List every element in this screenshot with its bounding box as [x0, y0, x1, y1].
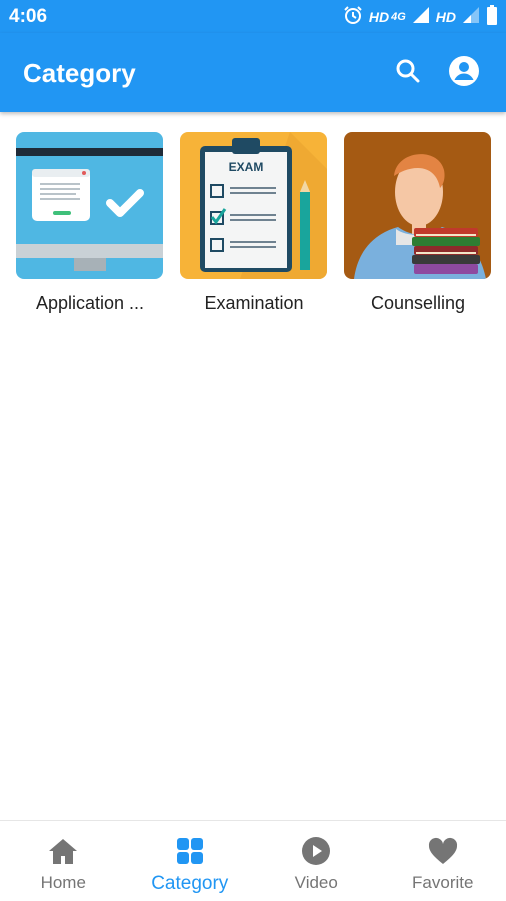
- nav-favorite[interactable]: Favorite: [380, 821, 506, 901]
- home-icon: [47, 835, 79, 867]
- exam-clipboard-illustration: EXAM: [180, 132, 327, 279]
- status-bar: 4:06 HD 4G HD: [0, 0, 506, 33]
- app-bar: Category: [0, 33, 506, 112]
- search-button[interactable]: [388, 53, 428, 93]
- nav-video[interactable]: Video: [253, 821, 380, 901]
- alarm-icon: [343, 5, 363, 30]
- signal-weak-icon: [462, 6, 480, 29]
- svg-text:EXAM: EXAM: [229, 160, 264, 174]
- nav-label: Video: [295, 873, 338, 893]
- category-tile-examination[interactable]: EXAM Examination: [180, 132, 328, 314]
- account-button[interactable]: [444, 53, 484, 93]
- network-type: 4G: [391, 11, 406, 23]
- grid-icon: [174, 835, 206, 867]
- category-label: Application ...: [16, 293, 164, 314]
- hd-indicator-2: HD: [436, 9, 456, 25]
- account-icon: [448, 55, 480, 92]
- status-time: 4:06: [9, 6, 47, 28]
- page-title: Category: [23, 58, 136, 89]
- nav-label: Category: [151, 873, 228, 895]
- play-circle-icon: [300, 835, 332, 867]
- nav-home[interactable]: Home: [0, 821, 127, 901]
- heart-icon: [427, 835, 459, 867]
- signal-icon: [412, 6, 430, 29]
- hd-indicator: HD: [369, 9, 389, 25]
- status-icons: HD 4G HD: [343, 6, 498, 28]
- category-label: Counselling: [344, 293, 492, 314]
- search-icon: [395, 58, 421, 89]
- nav-label: Home: [41, 873, 86, 893]
- category-label: Examination: [180, 293, 328, 314]
- nav-label: Favorite: [412, 873, 473, 893]
- category-tile-counselling[interactable]: Counselling: [344, 132, 492, 314]
- person-with-books-illustration: [344, 132, 491, 279]
- nav-category[interactable]: Category: [127, 821, 254, 901]
- category-tile-application[interactable]: Application ...: [16, 132, 164, 314]
- monitor-checkmark-illustration: [16, 132, 163, 279]
- battery-icon: [486, 5, 498, 30]
- bottom-navigation: Home Category Video Favorite: [0, 820, 506, 901]
